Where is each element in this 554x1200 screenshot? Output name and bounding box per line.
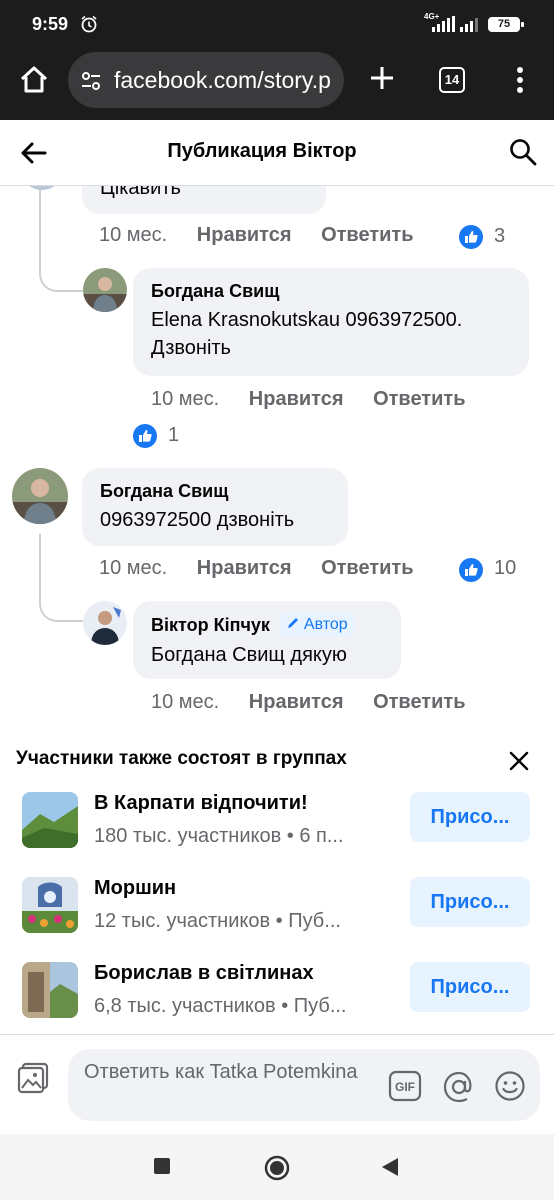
reply-button[interactable]: Ответить	[321, 557, 413, 579]
reaction-count: 1	[168, 424, 180, 446]
svg-text:GIF: GIF	[395, 1080, 415, 1094]
groups-title: Участники также состоят в группах	[16, 748, 347, 769]
group-name[interactable]: Моршин	[94, 877, 176, 900]
comment-text: Богдана Свищ дякую	[151, 644, 347, 666]
join-group-button[interactable]: Присо...	[410, 877, 530, 927]
new-tab-icon[interactable]	[368, 64, 396, 92]
group-thumbnail[interactable]	[22, 792, 78, 848]
like-button[interactable]: Нравится	[249, 388, 344, 410]
url-text[interactable]: facebook.com/story.p	[114, 67, 338, 94]
comment-time[interactable]: 10 мес.	[99, 557, 167, 579]
status-time: 9:59	[32, 14, 69, 34]
comment-meta: 10 мес. Нравится Ответить	[99, 557, 413, 580]
site-settings-icon[interactable]	[80, 70, 102, 92]
reply-button[interactable]: Ответить	[373, 388, 465, 410]
comment-author[interactable]: Богдана Свищ	[151, 280, 511, 302]
avatar[interactable]	[83, 268, 127, 312]
like-reaction-icon[interactable]	[133, 424, 157, 448]
group-name[interactable]: В Карпати відпочити!	[94, 792, 308, 815]
comment-bubble: Богдана Свищ Elena Krasnokutskau 0963972…	[133, 268, 529, 376]
join-group-button[interactable]: Присо...	[410, 792, 530, 842]
reply-input[interactable]: Ответить как Tatka Potemkina GIF	[68, 1049, 540, 1121]
battery-icon: 75	[488, 17, 524, 32]
emoji-icon[interactable]	[494, 1070, 526, 1102]
group-meta: 6,8 тыс. участников • Пуб...	[94, 995, 347, 1017]
reply-composer: Ответить как Tatka Potemkina GIF	[0, 1034, 554, 1134]
group-name[interactable]: Борислав в світлинах	[94, 962, 314, 985]
close-icon[interactable]	[506, 748, 532, 774]
address-bar[interactable]: facebook.com/story.p	[68, 52, 344, 108]
comment-meta: 10 мес. Нравится Ответить	[151, 691, 465, 714]
comment-bubble: Богдана Свищ 0963972500 дзвоніть	[82, 468, 348, 546]
avatar[interactable]	[83, 601, 127, 645]
like-button[interactable]: Нравится	[249, 691, 344, 713]
like-reaction-icon[interactable]	[459, 225, 483, 249]
tabs-count-button[interactable]: 14	[439, 67, 465, 93]
home-button[interactable]	[264, 1155, 290, 1181]
search-icon[interactable]	[508, 137, 538, 167]
avatar[interactable]	[20, 186, 64, 190]
comment-bubble: Цікавить	[82, 186, 326, 214]
like-reaction-icon[interactable]	[459, 558, 483, 582]
app-header: Публикация Віктор	[0, 120, 554, 186]
recent-apps-button[interactable]	[154, 1158, 170, 1174]
reaction-count: 3	[494, 225, 506, 247]
comment-time[interactable]: 10 мес.	[151, 691, 219, 713]
nav-back-button[interactable]	[380, 1156, 400, 1178]
comment-time[interactable]: 10 мес.	[99, 224, 167, 246]
comments-list: Цікавить 10 мес. Нравится Ответить 3 Бог…	[0, 186, 554, 736]
group-meta: 180 тыс. участников • 6 п...	[94, 825, 344, 847]
comment-author: Віктор Кіпчук Автор	[151, 613, 383, 637]
status-bar: 9:59 4G+ 75	[0, 0, 554, 48]
group-meta: 12 тыс. участников • Пуб...	[94, 910, 341, 932]
group-thumbnail[interactable]	[22, 962, 78, 1018]
comment-bubble: Віктор Кіпчук Автор Богдана Свищ дякую	[133, 601, 401, 679]
comment-author-name[interactable]: Віктор Кіпчук	[151, 615, 270, 635]
thread-connector	[39, 256, 83, 292]
like-button[interactable]: Нравится	[197, 224, 292, 246]
home-icon[interactable]	[18, 64, 50, 96]
browser-toolbar: facebook.com/story.p 14	[0, 48, 554, 120]
author-badge-label: Автор	[303, 616, 348, 633]
comment-text: Цікавить	[100, 186, 181, 199]
like-button[interactable]: Нравится	[197, 557, 292, 579]
reply-input-placeholder[interactable]: Ответить как Tatka Potemkina	[84, 1057, 384, 1088]
page-title: Публикация Віктор	[167, 140, 357, 162]
reaction-count: 10	[494, 557, 517, 579]
photo-icon[interactable]	[16, 1061, 50, 1095]
comment-time[interactable]: 10 мес.	[151, 388, 219, 410]
system-nav-bar	[0, 1134, 554, 1200]
reply-button[interactable]: Ответить	[321, 224, 413, 246]
reply-button[interactable]: Ответить	[373, 691, 465, 713]
signal-icon-2	[460, 18, 478, 32]
signal-icon	[432, 16, 455, 32]
comment-text: Elena Krasnokutskau 0963972500. Дзвоніть	[151, 309, 463, 359]
comment-meta: 10 мес. Нравится Ответить	[99, 224, 413, 247]
avatar[interactable]	[12, 468, 68, 524]
alarm-icon	[81, 15, 97, 33]
comment-author[interactable]: Богдана Свищ	[100, 480, 330, 502]
gif-icon[interactable]: GIF	[388, 1070, 422, 1102]
more-menu-icon[interactable]	[510, 66, 530, 94]
author-badge: Автор	[279, 613, 354, 637]
pencil-icon	[287, 618, 298, 628]
suggested-groups: Участники также состоят в группах В Карп…	[0, 736, 554, 1034]
group-thumbnail[interactable]	[22, 877, 78, 933]
thread-line	[39, 186, 41, 256]
thread-connector	[39, 586, 83, 622]
comment-text: 0963972500 дзвоніть	[100, 509, 295, 531]
join-group-button[interactable]: Присо...	[410, 962, 530, 1012]
comment-meta: 10 мес. Нравится Ответить	[151, 388, 465, 411]
mention-icon[interactable]	[442, 1070, 476, 1104]
